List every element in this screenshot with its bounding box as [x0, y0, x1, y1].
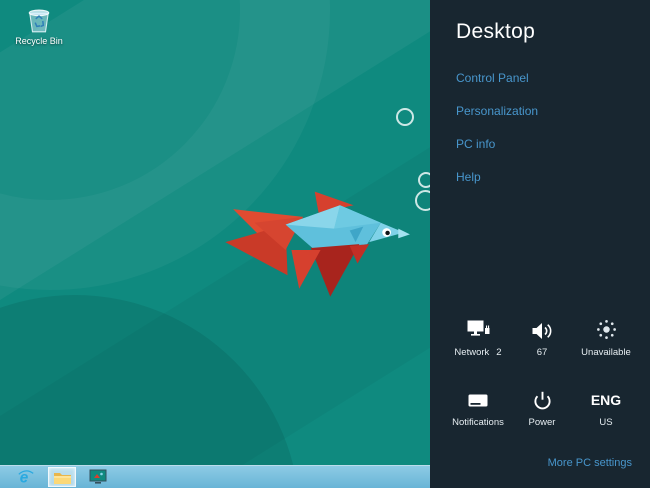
internet-explorer-icon: e — [18, 469, 34, 486]
brightness-tile[interactable]: Unavailable — [574, 318, 638, 358]
screen: Recycle Bin e Desktop Control Panel Pers… — [0, 0, 650, 488]
settings-tiles: Network 2 67 Unavailable Notifications P… — [446, 318, 638, 428]
volume-icon — [532, 323, 551, 339]
taskbar: e — [0, 465, 430, 488]
recycle-bin[interactable]: Recycle Bin — [8, 8, 70, 46]
network-label: Network 2 — [454, 347, 502, 358]
notifications-icon — [468, 394, 488, 407]
link-help[interactable]: Help — [456, 170, 650, 184]
link-control-panel[interactable]: Control Panel — [456, 71, 650, 85]
recycle-bin-label: Recycle Bin — [15, 36, 63, 46]
file-explorer-icon — [53, 472, 71, 484]
desktop-area[interactable]: Recycle Bin e — [0, 0, 430, 488]
notifications-label: Notifications — [452, 417, 504, 428]
link-pc-info[interactable]: PC info — [456, 137, 650, 151]
settings-panel: Desktop Control Panel Personalization PC… — [430, 0, 650, 488]
power-icon — [533, 391, 551, 410]
volume-tile[interactable]: 67 — [510, 318, 574, 358]
language-region-label: US — [599, 417, 613, 428]
language-code: ENG — [590, 392, 622, 408]
betta-fish-illustration — [225, 191, 410, 297]
app-taskbar-button[interactable] — [84, 467, 112, 487]
brightness-label: Unavailable — [581, 347, 631, 358]
panel-links: Control Panel Personalization PC info He… — [456, 71, 650, 184]
wallpaper-small-ring — [396, 108, 414, 126]
network-tile[interactable]: Network 2 — [446, 318, 510, 358]
power-label: Power — [528, 417, 556, 428]
more-pc-settings-link[interactable]: More PC settings — [548, 457, 632, 469]
brightness-icon — [596, 320, 616, 339]
recycle-bin-icon — [28, 9, 50, 33]
app-window-icon — [89, 469, 107, 484]
power-tile[interactable]: Power — [510, 388, 574, 428]
file-explorer-taskbar-button[interactable] — [48, 467, 76, 487]
volume-label: 67 — [536, 347, 548, 358]
internet-explorer-taskbar-button[interactable]: e — [12, 467, 40, 487]
language-tile[interactable]: ENG US — [574, 388, 638, 428]
panel-title: Desktop — [456, 20, 536, 43]
notifications-tile[interactable]: Notifications — [446, 388, 510, 428]
network-icon — [467, 320, 489, 336]
link-personalization[interactable]: Personalization — [456, 104, 650, 118]
